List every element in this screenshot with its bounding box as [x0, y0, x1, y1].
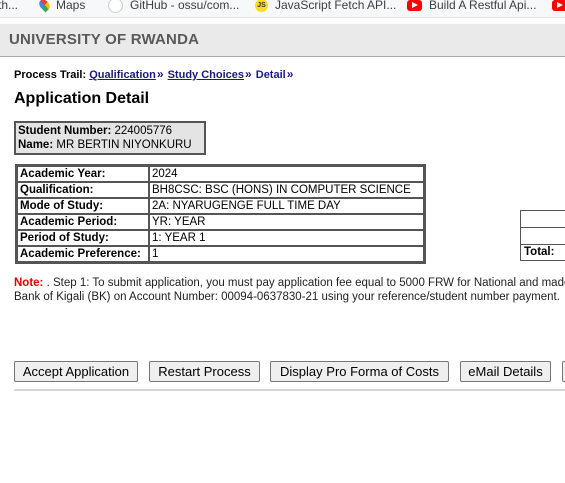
detail-label: Period of Study: — [17, 230, 149, 246]
student-name-row: Name: MR BERTIN NIYONKURU — [18, 138, 202, 152]
table-row: Academic Period: YR: YEAR — [17, 214, 424, 230]
application-details-table: Academic Year: 2024 Qualification: BH8CS… — [15, 164, 426, 264]
student-name-label: Name: — [18, 139, 54, 151]
bookmarks-bar: th... Maps GitHub - ossu/com... JS JavaS… — [0, 0, 565, 18]
bookmark-restful-api[interactable]: Build A Restful Api... — [407, 0, 536, 13]
site-title: UNIVERSITY OF RWANDA — [9, 31, 200, 48]
email-details-button[interactable]: eMail Details — [460, 361, 551, 382]
note-label: Note: — [14, 277, 44, 289]
student-number-label: Student Number: — [18, 125, 112, 137]
breadcrumb-detail: Detail — [255, 69, 286, 81]
detail-value: BH8CSC: BSC (HONS) IN COMPUTER SCIENCE — [149, 182, 424, 198]
maps-pin-icon — [37, 0, 52, 13]
detail-label: Academic Preference: — [17, 246, 149, 262]
bookmark-javascript-fetch[interactable]: JS JavaScript Fetch API... — [255, 0, 396, 13]
bookmark-label: GitHub - ossu/com... — [130, 0, 240, 12]
detail-value: YR: YEAR — [149, 214, 424, 230]
site-header: UNIVERSITY OF RWANDA — [0, 24, 565, 57]
student-number-row: Student Number: 224005776 — [18, 124, 202, 138]
detail-value: 1 — [149, 246, 424, 262]
divider — [14, 389, 565, 391]
youtube-icon — [552, 0, 565, 11]
detail-value: 2A: NYARUGENGE FULL TIME DAY — [149, 198, 424, 214]
cost-table: Total: — [520, 210, 565, 261]
bookmark-overflow[interactable] — [552, 0, 565, 13]
detail-label: Academic Year: — [17, 166, 149, 182]
breadcrumb-separator: » — [245, 67, 252, 81]
bookmark-label: JavaScript Fetch API... — [275, 0, 397, 12]
bookmark-item[interactable]: th... — [0, 0, 18, 13]
cost-row — [521, 211, 565, 228]
page-title: Application Detail — [14, 90, 150, 107]
table-row: Academic Year: 2024 — [17, 166, 424, 182]
payment-note: Note: . Step 1: To submit application, y… — [14, 276, 565, 304]
cost-total-label: Total: — [524, 246, 555, 258]
bookmark-maps[interactable]: Maps — [37, 0, 86, 13]
table-row: Qualification: BH8CSC: BSC (HONS) IN COM… — [17, 182, 424, 198]
table-row: Period of Study: 1: YEAR 1 — [17, 230, 424, 246]
student-name-value: MR BERTIN NIYONKURU — [56, 139, 192, 151]
github-icon — [108, 0, 123, 13]
bookmark-label: Maps — [56, 0, 86, 12]
breadcrumb-separator: » — [286, 67, 294, 81]
bookmark-label: Build A Restful Api... — [429, 0, 537, 12]
detail-label: Mode of Study: — [17, 198, 149, 214]
detail-label: Qualification: — [17, 182, 149, 198]
javascript-icon: JS — [255, 0, 268, 12]
bookmark-label: th... — [0, 0, 19, 12]
bookmark-github[interactable]: GitHub - ossu/com... — [108, 0, 239, 13]
display-pro-forma-button[interactable]: Display Pro Forma of Costs — [270, 361, 449, 382]
breadcrumb-label: Process Trail: — [14, 69, 87, 81]
note-text: . Step 1: To submit application, you mus… — [14, 277, 565, 303]
breadcrumb-study-choices[interactable]: Study Choices — [168, 69, 244, 81]
detail-value: 1: YEAR 1 — [149, 230, 424, 246]
student-info-box: Student Number: 224005776 Name: MR BERTI… — [14, 121, 206, 155]
cost-row — [521, 228, 565, 245]
youtube-icon — [407, 0, 422, 11]
table-row: Mode of Study: 2A: NYARUGENGE FULL TIME … — [17, 198, 424, 214]
table-row: Academic Preference: 1 — [17, 246, 424, 262]
detail-value: 2024 — [149, 166, 424, 182]
accept-application-button[interactable]: Accept Application — [14, 361, 138, 382]
restart-process-button[interactable]: Restart Process — [149, 361, 260, 382]
student-number-value: 224005776 — [114, 125, 173, 137]
breadcrumb: Process Trail: Qualification» Study Choi… — [14, 67, 294, 81]
breadcrumb-qualification[interactable]: Qualification — [89, 69, 156, 81]
breadcrumb-separator: » — [156, 67, 164, 81]
detail-label: Academic Period: — [17, 214, 149, 230]
